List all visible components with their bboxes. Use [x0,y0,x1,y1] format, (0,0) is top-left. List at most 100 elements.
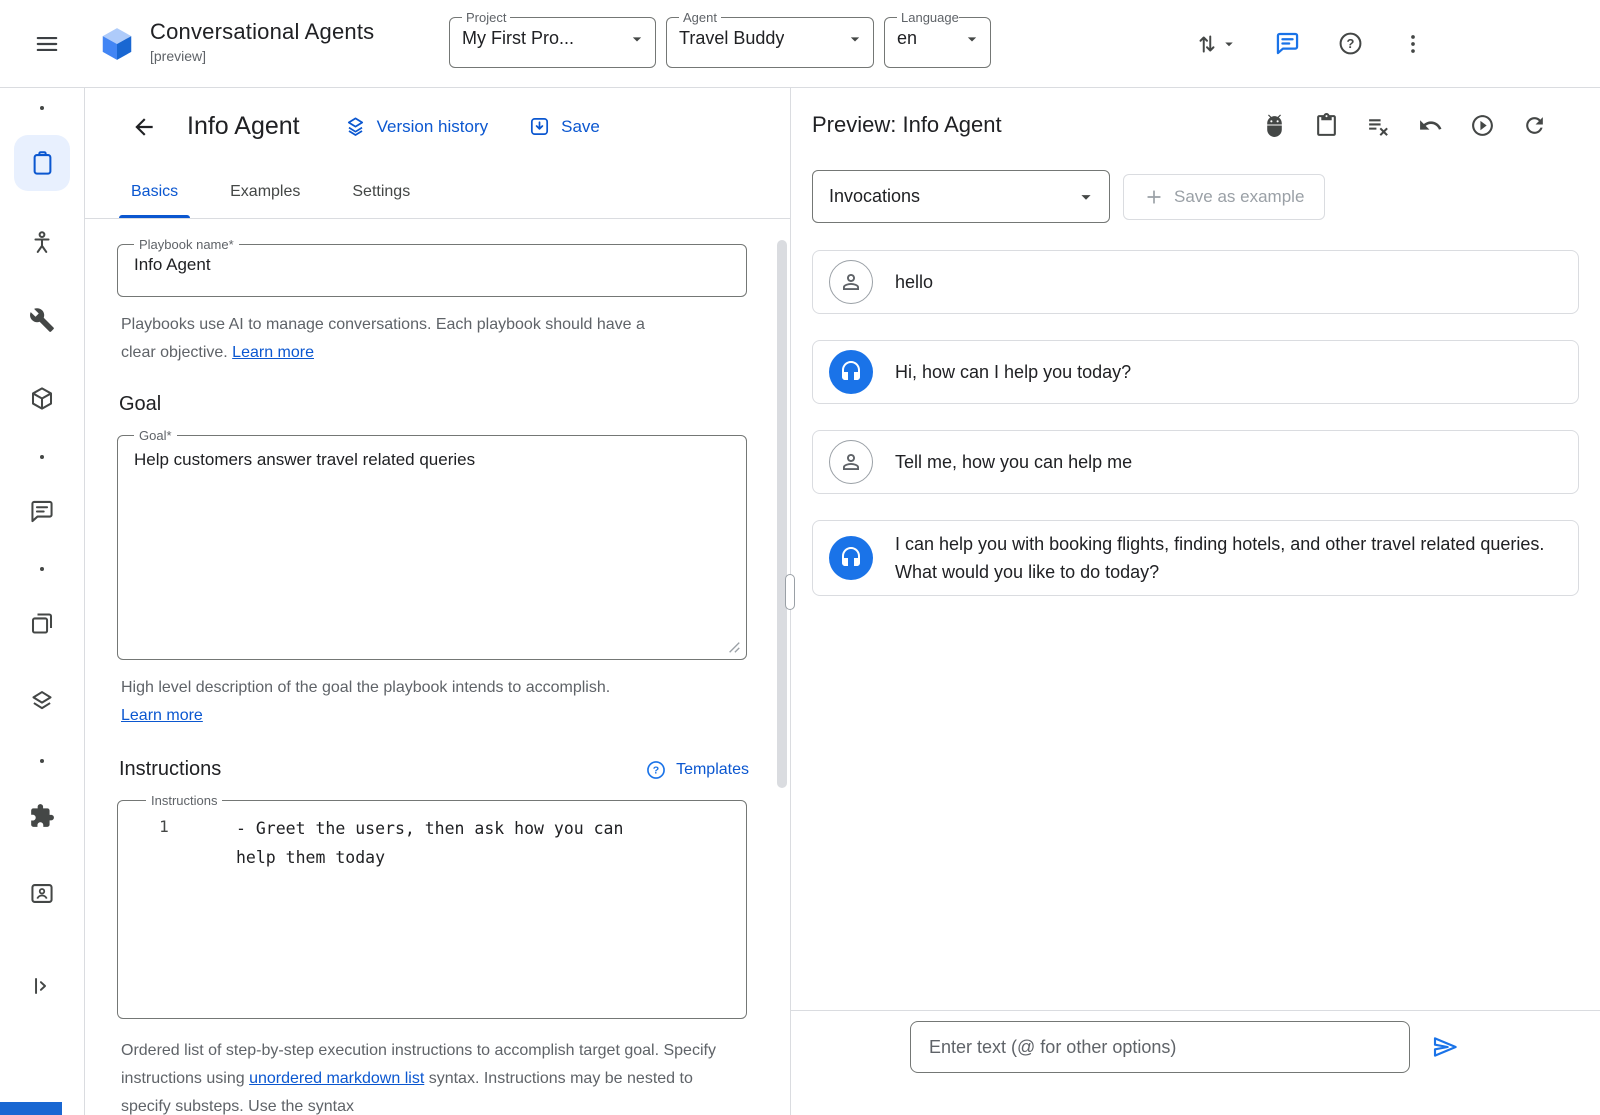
more-vert-icon [1400,31,1426,57]
chevron-down-icon [1075,186,1097,208]
user-avatar [829,260,873,304]
editor-form: Playbook name* Playbooks use AI to manag… [85,219,790,1115]
goal-label: Goal* [134,428,177,443]
sidebar-item-playbooks[interactable] [14,135,70,191]
page-title: Info Agent [187,112,300,141]
expand-panel-button[interactable] [29,973,55,999]
tab-settings[interactable]: Settings [326,165,436,218]
nav-section-dot [40,455,44,459]
send-icon [1429,1031,1461,1063]
playbook-learn-more-link[interactable]: Learn more [232,344,314,361]
sort-order-button[interactable] [1194,31,1238,57]
playbook-help-body: Playbooks use AI to manage conversations… [121,316,645,361]
puzzle-icon [29,803,55,829]
save-button[interactable]: Save [528,115,600,138]
playlist-remove-icon [1366,113,1391,138]
user-avatar [829,440,873,484]
editor-scrollbar[interactable] [777,240,787,788]
goal-field[interactable]: Goal* Help customers answer travel relat… [117,428,747,660]
agent-avatar [829,350,873,394]
templates-label: Templates [676,761,749,779]
menu-button[interactable] [34,31,60,57]
goal-learn-more-link[interactable]: Learn more [121,707,203,724]
conversation-messages: hello Hi, how can I help you today? Tell… [791,223,1600,596]
preview-panel: Preview: Info Agent Invocations [791,88,1600,1115]
language-select-label: Language [897,10,959,25]
editor-header: Info Agent Version history Save [85,88,790,165]
send-button[interactable] [1429,1031,1461,1063]
person-icon [29,229,56,256]
undo-button[interactable] [1418,113,1443,138]
sidebar-item-flows[interactable] [29,688,56,715]
version-history-button[interactable]: Version history [344,115,489,138]
debug-button[interactable] [1262,113,1287,138]
message-agent: I can help you with booking flights, fin… [812,520,1579,596]
sidebar-item-agents[interactable] [29,229,56,256]
app-title-block: Conversational Agents [preview] [150,19,374,64]
restart-button[interactable] [1522,113,1547,138]
save-as-example-button[interactable]: Save as example [1123,174,1325,220]
invocations-select[interactable]: Invocations [812,170,1110,223]
project-select-value: My First Pro... [462,28,574,49]
goal-help-text: High level description of the goal the p… [121,674,713,730]
templates-button[interactable]: ? Templates [645,759,749,781]
back-button[interactable] [131,114,157,140]
play-circle-icon [1470,113,1495,138]
playbook-name-input[interactable] [132,252,732,287]
plus-icon [1144,187,1164,207]
playbook-name-field[interactable]: Playbook name* [117,237,747,297]
android-icon [1262,113,1287,138]
instructions-code[interactable]: - Greet the users, then ask how you can … [236,814,668,872]
message-user: hello [812,250,1579,314]
agent-select-value: Travel Buddy [679,28,784,49]
expand-panel-icon [29,973,55,999]
goal-textarea[interactable]: Help customers answer travel related que… [132,443,732,625]
panel-resize-handle[interactable] [785,574,795,610]
tab-examples[interactable]: Examples [204,165,326,218]
agent-select[interactable]: Agent Travel Buddy [666,10,874,68]
context-selectors: Project My First Pro... Agent Travel Bud… [449,10,991,68]
chat-input[interactable] [910,1021,1410,1073]
undo-icon [1418,113,1443,138]
chevron-down-icon [962,29,982,49]
sidebar-item-tools[interactable] [29,307,55,333]
message-user: Tell me, how you can help me [812,430,1579,494]
instructions-help-text: Ordered list of step-by-step execution i… [121,1037,721,1115]
instructions-field[interactable]: Instructions 1 - Greet the users, then a… [117,793,747,1019]
markdown-list-link[interactable]: unordered markdown list [249,1070,424,1087]
clear-conversation-button[interactable] [1366,113,1391,138]
project-select[interactable]: Project My First Pro... [449,10,656,68]
status-strip [0,1102,62,1115]
sidebar-item-pages[interactable] [29,610,56,637]
resize-handle-icon[interactable] [727,640,741,654]
left-navigation-rail [0,88,85,1115]
project-select-label: Project [462,10,510,25]
chat-icon [1274,30,1301,57]
chevron-down-icon [845,29,865,49]
version-history-label: Version history [377,117,489,137]
run-button[interactable] [1470,113,1495,138]
chevron-down-icon [1220,35,1238,53]
preview-controls: Invocations Save as example [791,162,1600,223]
playbook-help-text: Playbooks use AI to manage conversations… [121,311,681,367]
windows-icon [29,610,56,637]
package-icon [29,385,56,412]
swap-vert-icon [1194,31,1220,57]
chat-button[interactable] [1274,30,1301,57]
language-select[interactable]: Language en [884,10,991,68]
svg-text:?: ? [1347,36,1355,51]
sidebar-item-integrations[interactable] [29,385,56,412]
clipboard-icon [1314,113,1339,138]
sidebar-item-conversations[interactable] [29,498,56,525]
menu-icon [34,31,60,57]
nav-section-dot [40,567,44,571]
help-button[interactable]: ? [1337,30,1364,57]
sidebar-item-contacts[interactable] [29,880,56,907]
copy-conversation-button[interactable] [1314,113,1339,138]
more-options-button[interactable] [1400,31,1426,57]
sidebar-item-extensions[interactable] [29,803,55,829]
version-history-icon [344,115,367,138]
tab-basics[interactable]: Basics [105,165,204,218]
chat-input-bar [791,1010,1600,1115]
help-icon: ? [1337,30,1364,57]
